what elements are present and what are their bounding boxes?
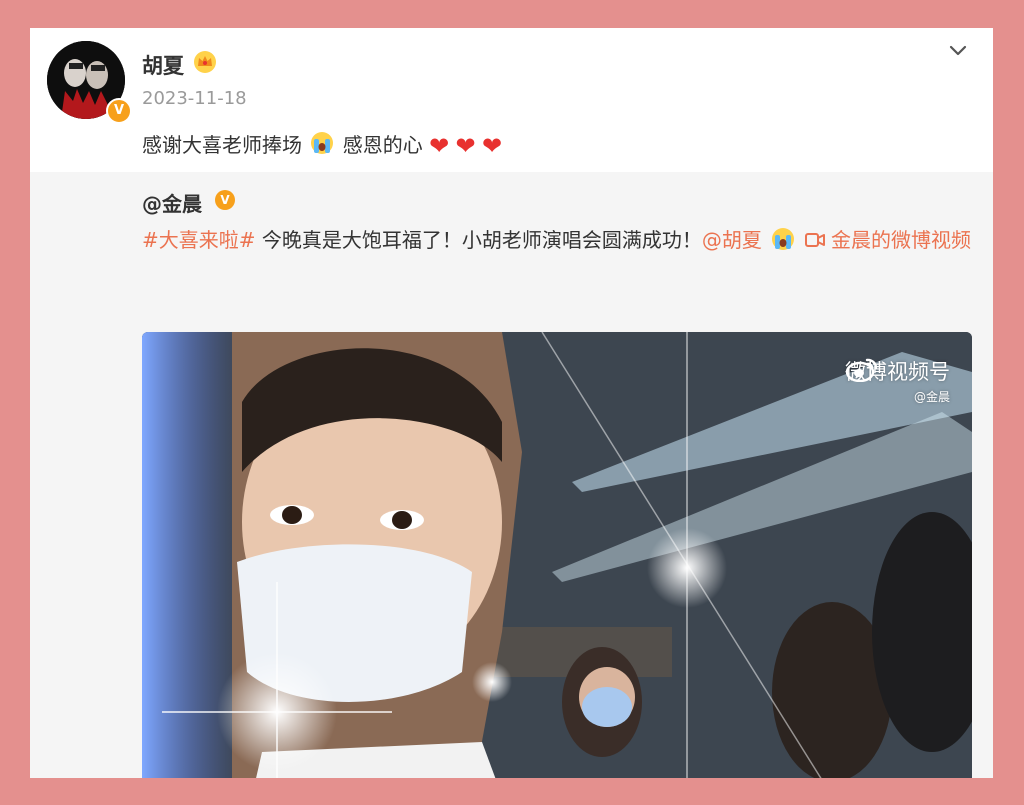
chevron-down-icon[interactable] xyxy=(946,38,970,62)
video-watermark: 微博视频号 @金晨 xyxy=(845,356,950,405)
repost-author[interactable]: @金晨 xyxy=(142,188,202,217)
repost-body: 今晚真是大饱耳福了！小胡老师演唱会圆满成功！ xyxy=(255,228,702,252)
video-link[interactable]: 金晨的微博视频 xyxy=(831,228,971,252)
heart-icon: ❤ xyxy=(482,132,503,160)
watermark-handle: @金晨 xyxy=(913,390,950,404)
post-date: 2023-11-18 xyxy=(142,88,247,109)
post-header: V 胡夏 2023-11-18 感谢大喜老师捧场 感恩的心 ❤ ❤ ❤ xyxy=(30,28,993,172)
repost-block: @金晨 V #大喜来啦# 今晚真是大饱耳福了！小胡老师演唱会圆满成功！@胡夏 金… xyxy=(30,172,993,778)
verified-icon: V xyxy=(215,190,235,210)
heart-icon: ❤ xyxy=(455,132,476,160)
repost-text: #大喜来啦# 今晚真是大饱耳福了！小胡老师演唱会圆满成功！@胡夏 金晨的微博视频 xyxy=(142,222,982,258)
post-text-part2: 感恩的心 xyxy=(342,133,423,157)
hashtag-link[interactable]: #大喜来啦# xyxy=(142,228,256,252)
video-link-icon[interactable] xyxy=(804,232,825,248)
post-text: 感谢大喜老师捧场 感恩的心 ❤ ❤ ❤ xyxy=(142,129,502,160)
weibo-logo-icon xyxy=(845,358,878,382)
crying-emoji-icon xyxy=(311,132,334,154)
verified-icon: V xyxy=(106,98,132,124)
heart-icon: ❤ xyxy=(429,132,450,160)
post-author[interactable]: 胡夏 xyxy=(142,50,184,80)
crying-emoji-icon xyxy=(772,228,795,250)
post-text-part1: 感谢大喜老师捧场 xyxy=(142,133,302,157)
weibo-post-card: V 胡夏 2023-11-18 感谢大喜老师捧场 感恩的心 ❤ ❤ ❤ @金晨 xyxy=(30,28,993,778)
mention-link[interactable]: @胡夏 xyxy=(702,228,762,252)
crown-badge-icon xyxy=(194,51,216,73)
video-player[interactable]: 微博视频号 @金晨 xyxy=(142,332,972,778)
